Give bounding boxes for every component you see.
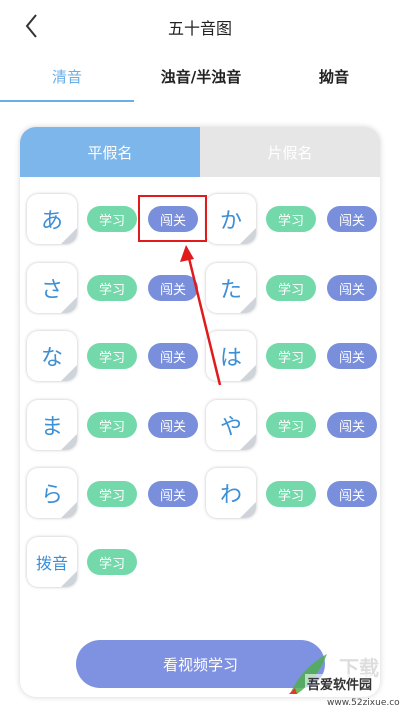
segment-hiragana[interactable]: 平假名 <box>20 127 200 177</box>
learn-button[interactable]: 学习 <box>266 412 316 438</box>
tab-bar: 清音 浊音/半浊音 拗音 <box>0 56 400 102</box>
pass-button[interactable]: 闯关 <box>327 343 377 369</box>
pass-button[interactable]: 闯关 <box>327 481 377 507</box>
learn-button[interactable]: 学习 <box>87 412 137 438</box>
kana-tile-ma[interactable]: ま <box>27 400 77 450</box>
tab-aoyin[interactable]: 拗音 <box>268 66 400 87</box>
pass-button[interactable]: 闯关 <box>148 412 198 438</box>
learn-button[interactable]: 学习 <box>87 549 137 575</box>
tile-corner-fold <box>61 502 77 518</box>
kana-tile-a[interactable]: あ <box>27 194 77 244</box>
tile-corner-fold <box>240 228 256 244</box>
watermark-url: www.52zixue.com <box>327 698 400 708</box>
kana-tile-wa[interactable]: わ <box>206 468 256 518</box>
tile-corner-fold <box>61 228 77 244</box>
tile-corner-fold <box>61 571 77 587</box>
tile-corner-fold <box>61 434 77 450</box>
kana-tile-ra[interactable]: ら <box>27 468 77 518</box>
kana-tile-ya[interactable]: や <box>206 400 256 450</box>
tab-underline <box>0 100 134 102</box>
tab-zhuoyin[interactable]: 浊音/半浊音 <box>134 66 268 87</box>
watermark-name: 吾爱软件园 <box>305 674 375 693</box>
annotation-highlight-box <box>138 195 207 242</box>
tab-qingyin[interactable]: 清音 <box>0 66 134 87</box>
app-header: 五十音图 <box>0 0 400 52</box>
kana-tile-ka[interactable]: か <box>206 194 256 244</box>
learn-button[interactable]: 学习 <box>87 275 137 301</box>
tile-corner-fold <box>240 502 256 518</box>
tile-corner-fold <box>61 297 77 313</box>
page-title: 五十音图 <box>167 19 232 38</box>
tile-corner-fold <box>240 297 256 313</box>
pass-button[interactable]: 闯关 <box>327 206 377 232</box>
pass-button[interactable]: 闯关 <box>327 275 377 301</box>
learn-button[interactable]: 学习 <box>87 206 137 232</box>
tile-corner-fold <box>240 365 256 381</box>
site-watermark: 下载 吾爱软件园 www.52zixue.com <box>283 648 400 718</box>
segment-katakana[interactable]: 片假名 <box>200 127 380 177</box>
learn-button[interactable]: 学习 <box>266 275 316 301</box>
kana-tile-hatsuon[interactable]: 拨音 <box>27 537 77 587</box>
tile-corner-fold <box>240 434 256 450</box>
pass-button[interactable]: 闯关 <box>148 481 198 507</box>
learn-button[interactable]: 学习 <box>266 206 316 232</box>
pass-button[interactable]: 闯关 <box>327 412 377 438</box>
learn-button[interactable]: 学习 <box>266 343 316 369</box>
annotation-arrow-icon <box>180 245 222 386</box>
learn-button[interactable]: 学习 <box>87 481 137 507</box>
learn-button[interactable]: 学习 <box>266 481 316 507</box>
learn-button[interactable]: 学习 <box>87 343 137 369</box>
tile-corner-fold <box>61 365 77 381</box>
kana-tile-sa[interactable]: さ <box>27 263 77 313</box>
kana-tile-na[interactable]: な <box>27 331 77 381</box>
